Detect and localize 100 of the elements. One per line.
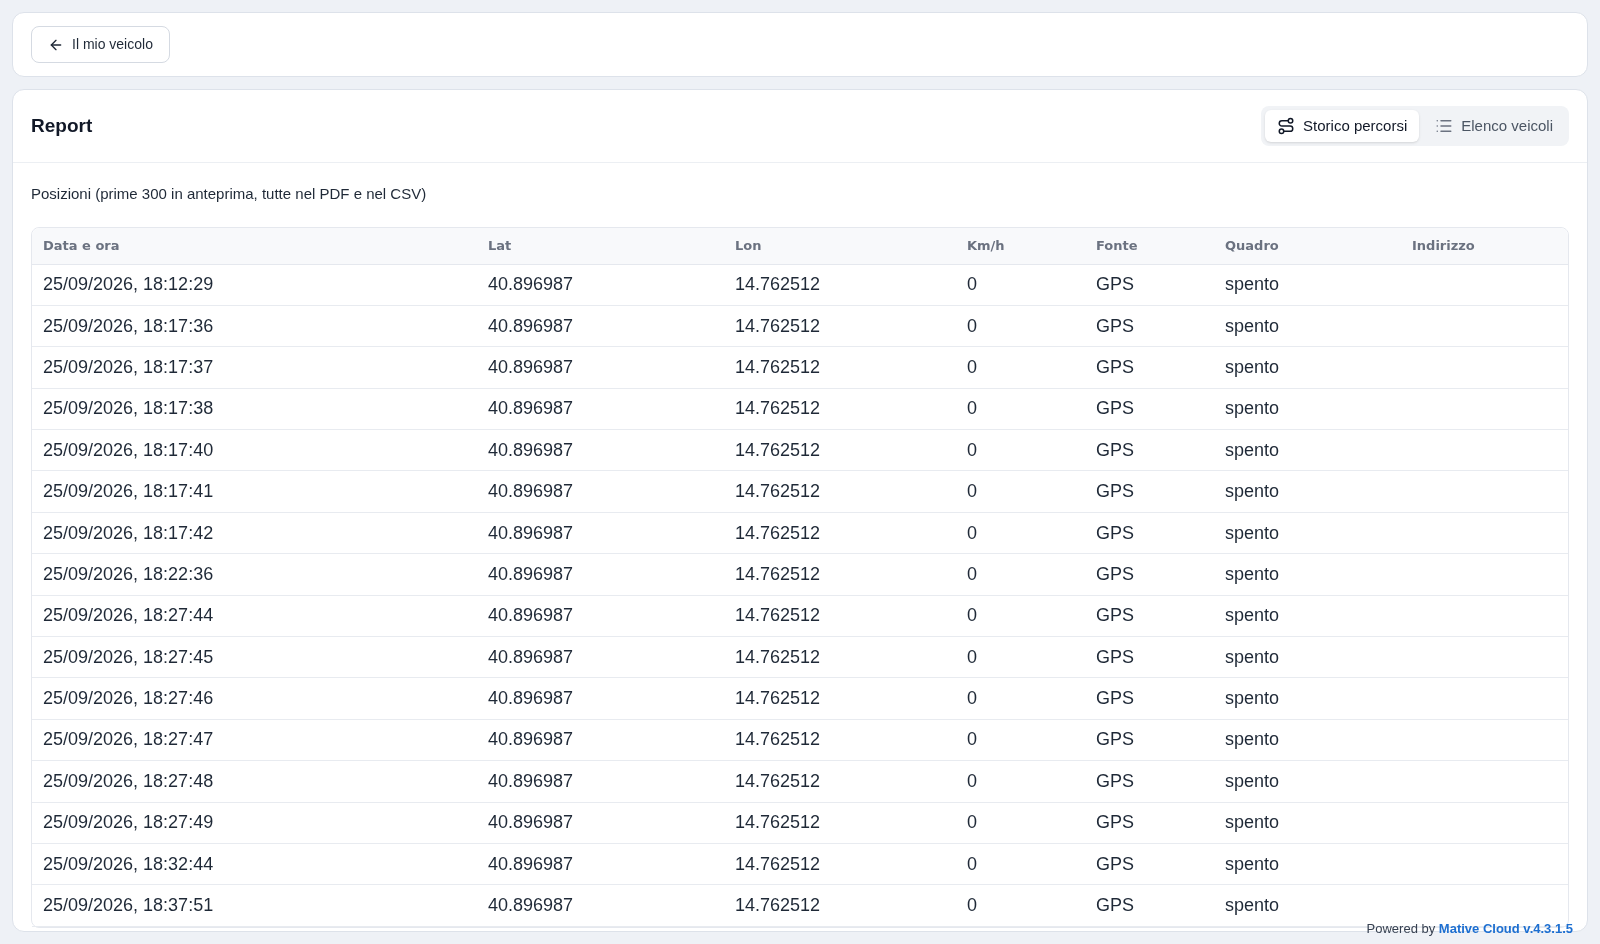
table-cell-text: 14.762512 xyxy=(734,852,822,876)
table-cell-text: 25/09/2026, 18:27:47 xyxy=(42,728,215,752)
table-cell-text: 25/09/2026, 18:27:48 xyxy=(42,769,215,793)
column-header: Indirizzo xyxy=(1411,236,1476,255)
back-button[interactable]: Il mio veicolo xyxy=(31,26,170,63)
table-cell-text: 0 xyxy=(966,480,978,504)
table-cell-text: 14.762512 xyxy=(734,645,822,669)
route-icon xyxy=(1277,117,1296,135)
table-cell-text: 25/09/2026, 18:27:45 xyxy=(42,645,215,669)
table-cell-text: 40.896987 xyxy=(487,562,575,586)
table-cell-text: 14.762512 xyxy=(734,562,822,586)
view-tab[interactable]: Storico percorsi xyxy=(1265,110,1420,142)
table-cell-text: 14.762512 xyxy=(734,314,822,338)
table-cell-text: 25/09/2026, 18:27:49 xyxy=(42,811,215,835)
table-cell-text: 14.762512 xyxy=(734,480,822,504)
table-cell-text: 40.896987 xyxy=(487,273,575,297)
table-cell-text: GPS xyxy=(1095,438,1135,462)
table-cell-text: spento xyxy=(1224,480,1281,504)
table-cell-text: 0 xyxy=(966,811,978,835)
table-cell-text: 40.896987 xyxy=(487,397,575,421)
table-cell-text: 40.896987 xyxy=(487,687,575,711)
table-cell-text: GPS xyxy=(1095,314,1135,338)
table-cell-text: 14.762512 xyxy=(734,728,822,752)
table-cell-text: 40.896987 xyxy=(487,728,575,752)
table-cell-text: 25/09/2026, 18:17:40 xyxy=(42,438,215,462)
table-cell-text: 0 xyxy=(966,562,978,586)
table-caption: Posizioni (prime 300 in anteprima, tutte nel PDF e nel CSV) xyxy=(31,184,428,204)
column-header: Quadro xyxy=(1224,236,1280,255)
table-cell-text: GPS xyxy=(1095,397,1135,421)
table-cell-text: 0 xyxy=(966,314,978,338)
table-cell-text: 0 xyxy=(966,728,978,752)
table-cell-text: spento xyxy=(1224,273,1281,297)
table-cell-text: spento xyxy=(1224,521,1281,545)
table-cell-text: spento xyxy=(1224,314,1281,338)
table-cell-text: 25/09/2026, 18:17:36 xyxy=(42,314,215,338)
table-cell-text: 40.896987 xyxy=(487,314,575,338)
table-cell-text: spento xyxy=(1224,811,1281,835)
table-cell-text: spento xyxy=(1224,728,1281,752)
table-cell-text: spento xyxy=(1224,645,1281,669)
table-cell-text: spento xyxy=(1224,438,1281,462)
table-cell-text: 25/09/2026, 18:17:38 xyxy=(42,397,215,421)
table-cell-text: GPS xyxy=(1095,604,1135,628)
table-cell-text: 14.762512 xyxy=(734,687,822,711)
table-cell-text: 0 xyxy=(966,894,978,918)
table-cell-text: 14.762512 xyxy=(734,769,822,793)
table-cell-text: 25/09/2026, 18:17:42 xyxy=(42,521,215,545)
table-cell-text: GPS xyxy=(1095,521,1135,545)
table-cell-text: 40.896987 xyxy=(487,811,575,835)
list-icon xyxy=(1435,117,1454,135)
table-cell-text: spento xyxy=(1224,769,1281,793)
powered-by-text: Powered by Mative Cloud v.4.3.1.5 xyxy=(1366,919,1573,938)
table-cell-text: 25/09/2026, 18:12:29 xyxy=(42,273,215,297)
table-cell-text: 40.896987 xyxy=(487,438,575,462)
table-cell-text: 40.896987 xyxy=(487,355,575,379)
table-cell-text: 25/09/2026, 18:17:37 xyxy=(42,355,215,379)
column-header: Km/h xyxy=(966,236,1006,255)
table-cell-text: 25/09/2026, 18:27:46 xyxy=(42,687,215,711)
table-cell-text: GPS xyxy=(1095,562,1135,586)
table-cell-text: 40.896987 xyxy=(487,894,575,918)
table-cell-text: 40.896987 xyxy=(487,852,575,876)
column-header: Fonte xyxy=(1095,236,1139,255)
table-cell-text: 25/09/2026, 18:22:36 xyxy=(42,562,215,586)
table-cell-text: 40.896987 xyxy=(487,645,575,669)
table-cell-text: 0 xyxy=(966,355,978,379)
table-cell-text: 0 xyxy=(966,604,978,628)
table-cell-text: GPS xyxy=(1095,480,1135,504)
table-cell-text: GPS xyxy=(1095,273,1135,297)
table-cell-text: 14.762512 xyxy=(734,811,822,835)
table-cell-text: 40.896987 xyxy=(487,521,575,545)
column-header: Data e ora xyxy=(42,236,121,255)
table-cell-text: 14.762512 xyxy=(734,397,822,421)
table-cell-text: 14.762512 xyxy=(734,438,822,462)
table-cell-text: 40.896987 xyxy=(487,480,575,504)
table-cell-text: 14.762512 xyxy=(734,604,822,628)
brand-link[interactable]: Mative Cloud v.4.3.1.5 xyxy=(1438,920,1573,936)
table-cell-text: spento xyxy=(1224,687,1281,711)
table-cell-text: 14.762512 xyxy=(734,273,822,297)
table-cell-text: 0 xyxy=(966,521,978,545)
column-header: Lat xyxy=(487,236,513,255)
table-cell-text: 0 xyxy=(966,769,978,793)
report-title: Report xyxy=(31,113,93,138)
table-cell-text: spento xyxy=(1224,604,1281,628)
table-cell-text: 25/09/2026, 18:32:44 xyxy=(42,852,215,876)
table-cell-text: GPS xyxy=(1095,894,1135,918)
table-cell-text: 40.896987 xyxy=(487,769,575,793)
table-cell-text: GPS xyxy=(1095,728,1135,752)
table-cell-text: spento xyxy=(1224,894,1281,918)
table-cell-text: GPS xyxy=(1095,355,1135,379)
table-cell-text: 25/09/2026, 18:17:41 xyxy=(42,480,215,504)
table-cell-text: 25/09/2026, 18:27:44 xyxy=(42,604,215,628)
table-cell-text: spento xyxy=(1224,852,1281,876)
table-cell-text: GPS xyxy=(1095,811,1135,835)
table-cell-text: spento xyxy=(1224,355,1281,379)
column-header: Lon xyxy=(734,236,763,255)
table-cell-text: 40.896987 xyxy=(487,604,575,628)
table-cell-text: GPS xyxy=(1095,769,1135,793)
table-cell-text: GPS xyxy=(1095,645,1135,669)
table-cell-text: 0 xyxy=(966,687,978,711)
view-tab[interactable]: Elenco veicoli xyxy=(1423,110,1565,142)
table-cell-text: 14.762512 xyxy=(734,894,822,918)
